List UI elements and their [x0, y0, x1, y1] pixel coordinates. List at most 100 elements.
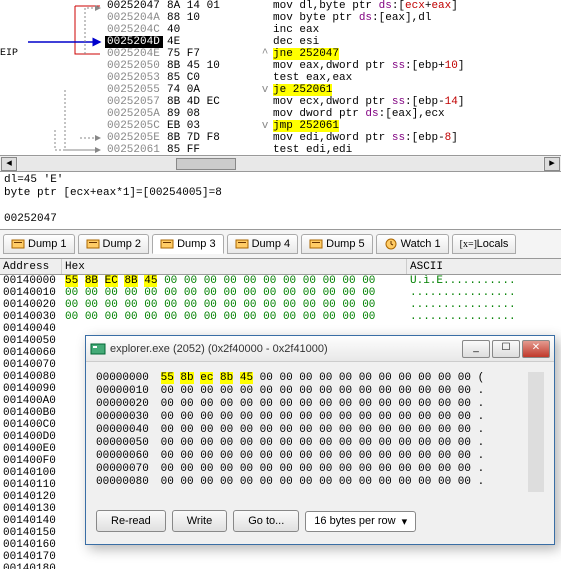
- tab-dump2[interactable]: Dump 2: [78, 234, 150, 254]
- write-button[interactable]: Write: [172, 510, 227, 532]
- disasm-hscrollbar[interactable]: ◂ ▸: [0, 155, 561, 171]
- dump-hex: [62, 551, 407, 563]
- disasm-row[interactable]: 0025204D4E dec esi: [0, 36, 561, 48]
- bytes-per-row-select[interactable]: 16 bytes per row▾: [305, 511, 416, 532]
- scroll-right-button[interactable]: ▸: [544, 157, 560, 171]
- reread-button[interactable]: Re-read: [96, 510, 166, 532]
- tab-locals[interactable]: [x=]Locals: [452, 234, 517, 254]
- dump-address: 001400E0: [0, 443, 62, 455]
- disasm-row[interactable]: 002520478A 14 01mov dl,byte ptr ds:[ecx+…: [0, 0, 561, 12]
- disasm-row[interactable]: 0025205CEB 03vjmp 252061: [0, 120, 561, 132]
- tab-dump5[interactable]: Dump 5: [301, 234, 373, 254]
- close-button[interactable]: ✕: [522, 340, 550, 358]
- disasm-row[interactable]: 0025204C40inc eax: [0, 24, 561, 36]
- tab-label: Dump 1: [28, 238, 67, 250]
- tab-dump1[interactable]: Dump 1: [3, 234, 75, 254]
- tab-dump4[interactable]: Dump 4: [227, 234, 299, 254]
- tab-dump3[interactable]: Dump 3: [152, 234, 224, 254]
- address: 0025204D: [105, 36, 163, 48]
- disasm-row[interactable]: 0025205A89 08mov dword ptr ds:[eax],ecx: [0, 108, 561, 120]
- dump-row[interactable]: 0014001000 00 00 00 00 00 00 00 00 00 00…: [0, 287, 561, 299]
- dump-address: 00140150: [0, 527, 62, 539]
- dump-address: 001400D0: [0, 431, 62, 443]
- dump-ascii: [407, 551, 561, 563]
- dump-address: 001400B0: [0, 407, 62, 419]
- scroll-up-button[interactable]: ▴: [528, 372, 544, 386]
- info-line: 00252047: [4, 213, 557, 226]
- dialog-hex-row[interactable]: 00000020 00 00 00 00 00 00 00 00 00 00 0…: [96, 398, 528, 411]
- dump-address: 00140050: [0, 335, 62, 347]
- dump-row[interactable]: 0014000055 8B EC 8B 45 00 00 00 00 00 00…: [0, 275, 561, 287]
- dialog-hex-row[interactable]: 00000040 00 00 00 00 00 00 00 00 00 00 0…: [96, 424, 528, 437]
- jump-marker: v: [259, 120, 271, 132]
- col-ascii[interactable]: ASCII: [407, 259, 561, 274]
- dump-row[interactable]: 0014002000 00 00 00 00 00 00 00 00 00 00…: [0, 299, 561, 311]
- dialog-tail: .: [478, 437, 485, 449]
- goto-button[interactable]: Go to...: [233, 510, 299, 532]
- dialog-hex-view[interactable]: ▴ ▾ 00000000 55 8b ec 8b 45 00 00 00 00 …: [96, 372, 544, 492]
- dialog-hex-row[interactable]: 00000050 00 00 00 00 00 00 00 00 00 00 0…: [96, 437, 528, 450]
- bytes: 4E: [163, 36, 259, 48]
- disassembly-panel[interactable]: EIP 002520478A 14 01mov dl,byte ptr ds:[…: [0, 0, 561, 155]
- mnemonic: jne 252047: [271, 48, 561, 60]
- dump-row[interactable]: 0014003000 00 00 00 00 00 00 00 00 00 00…: [0, 311, 561, 323]
- dump-address: 00140010: [0, 287, 62, 299]
- tab-watch1[interactable]: Watch 1: [376, 234, 449, 254]
- scroll-thumb[interactable]: [529, 386, 543, 404]
- dialog-hex-row[interactable]: 00000030 00 00 00 00 00 00 00 00 00 00 0…: [96, 411, 528, 424]
- info-line: byte ptr [ecx+eax*1]=[00254005]=8: [4, 187, 557, 200]
- mnemonic: mov dl,byte ptr ds:[ecx+eax]: [271, 0, 561, 12]
- dialog-hex-row[interactable]: 00000010 00 00 00 00 00 00 00 00 00 00 0…: [96, 385, 528, 398]
- disasm-row[interactable]: 0025204A88 10mov byte ptr ds:[eax],dl: [0, 12, 561, 24]
- tab-label: Dump 3: [177, 238, 216, 250]
- eip-label: EIP: [0, 48, 18, 59]
- disasm-row[interactable]: 0025204E75 F7^jne 252047: [0, 48, 561, 60]
- address: 00252055: [105, 84, 163, 96]
- dump-icon: [86, 238, 100, 250]
- dump-ascii: [407, 563, 561, 569]
- dialog-bytes: 00 00 00 00 00 00 00 00 00 00 00 00 00 0…: [161, 450, 471, 463]
- dialog-titlebar[interactable]: explorer.exe (2052) (0x2f40000 - 0x2f410…: [86, 336, 554, 362]
- mnemonic: dec esi: [271, 36, 561, 48]
- minimize-button[interactable]: _: [462, 340, 490, 358]
- disasm-row[interactable]: 0025205574 0Avje 252061: [0, 84, 561, 96]
- scroll-left-button[interactable]: ◂: [1, 157, 17, 171]
- col-address[interactable]: Address: [0, 259, 62, 274]
- dialog-bytes: 00 00 00 00 00 00 00 00 00 00 00 00 00 0…: [161, 411, 471, 424]
- dialog-vscrollbar[interactable]: ▴ ▾: [528, 372, 544, 492]
- dump-row[interactable]: 00140040: [0, 323, 561, 335]
- dialog-hex-row[interactable]: 00000080 00 00 00 00 00 00 00 00 00 00 0…: [96, 476, 528, 489]
- chevron-down-icon: ▾: [402, 515, 408, 528]
- dump-row[interactable]: 00140180: [0, 563, 561, 569]
- address: 00252047: [105, 0, 163, 12]
- disasm-row[interactable]: 002520508B 45 10mov eax,dword ptr ss:[eb…: [0, 60, 561, 72]
- dialog-address: 00000030: [96, 411, 154, 424]
- dump-icon: [309, 238, 323, 250]
- disasm-row[interactable]: 002520578B 4D ECmov ecx,dword ptr ss:[eb…: [0, 96, 561, 108]
- disasm-row[interactable]: 0025206185 FFtest edi,edi: [0, 144, 561, 155]
- address: 00252050: [105, 60, 163, 72]
- dump-header: Address Hex ASCII: [0, 259, 561, 275]
- col-hex[interactable]: Hex: [62, 259, 407, 274]
- address: 0025205A: [105, 108, 163, 120]
- dump-row[interactable]: 00140170: [0, 551, 561, 563]
- dialog-address: 00000020: [96, 398, 154, 411]
- maximize-button[interactable]: ☐: [492, 340, 520, 358]
- memory-dialog[interactable]: explorer.exe (2052) (0x2f40000 - 0x2f410…: [85, 335, 555, 545]
- dialog-hex-row[interactable]: 00000060 00 00 00 00 00 00 00 00 00 00 0…: [96, 450, 528, 463]
- dialog-bytes: 00 00 00 00 00 00 00 00 00 00 00 00 00 0…: [161, 437, 471, 450]
- bytes: 8B 7D F8: [163, 132, 259, 144]
- disasm-row[interactable]: 0025205385 C0test eax,eax: [0, 72, 561, 84]
- dump-address: 001400A0: [0, 395, 62, 407]
- scroll-down-button[interactable]: ▾: [528, 478, 544, 492]
- dialog-hex-row[interactable]: 00000000 55 8b ec 8b 45 00 00 00 00 00 0…: [96, 372, 528, 385]
- scroll-thumb[interactable]: [176, 158, 236, 170]
- bytes: 85 FF: [163, 144, 259, 155]
- disasm-row[interactable]: 0025205E8B 7D F8mov edi,dword ptr ss:[eb…: [0, 132, 561, 144]
- dialog-tail: .: [478, 450, 485, 462]
- dump-hex: 00 00 00 00 00 00 00 00 00 00 00 00 00 0…: [62, 287, 407, 299]
- dialog-hex-row[interactable]: 00000070 00 00 00 00 00 00 00 00 00 00 0…: [96, 463, 528, 476]
- scroll-track[interactable]: [18, 157, 543, 171]
- dialog-address: 00000070: [96, 463, 154, 476]
- jump-marker: [259, 72, 271, 84]
